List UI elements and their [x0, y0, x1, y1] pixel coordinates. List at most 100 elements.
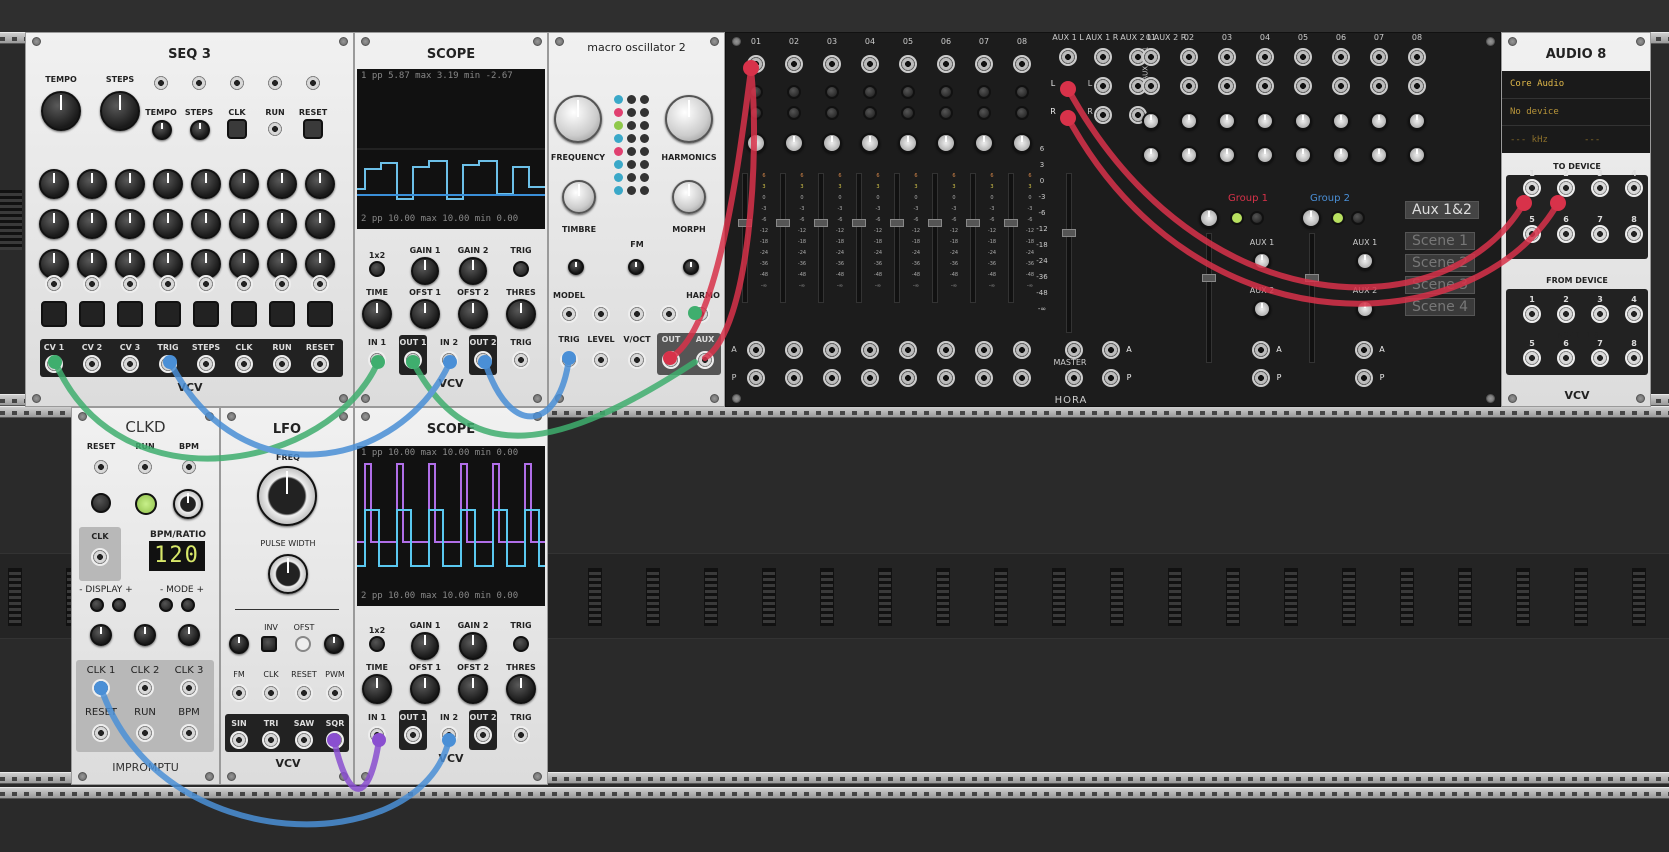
step-gate-button[interactable] — [273, 275, 291, 293]
channel-input-jack[interactable] — [975, 55, 993, 73]
aux-send-knob[interactable] — [1332, 112, 1350, 130]
scene-2-button[interactable]: Scene 2 — [1405, 254, 1476, 272]
solo-button[interactable] — [1015, 106, 1029, 120]
aux-send-jack[interactable] — [1370, 77, 1388, 95]
level-jack[interactable] — [592, 351, 610, 369]
out2-jack[interactable] — [474, 351, 492, 369]
aux-p-jack[interactable] — [899, 369, 917, 387]
morph-cv-jack[interactable] — [660, 305, 678, 323]
inv-button[interactable] — [261, 636, 277, 652]
mute-button[interactable] — [787, 85, 801, 99]
aux-send-knob[interactable] — [1370, 112, 1388, 130]
run-in-jack[interactable] — [266, 74, 284, 92]
aux-send-jack[interactable] — [1142, 77, 1160, 95]
scene-4-button[interactable]: Scene 4 — [1405, 298, 1476, 316]
aux-send-jack[interactable] — [1294, 48, 1312, 66]
to-device-jack[interactable] — [1625, 179, 1643, 197]
aux-send-knob[interactable] — [1256, 112, 1274, 130]
model-jack[interactable] — [560, 305, 578, 323]
master-fader[interactable] — [1062, 173, 1076, 333]
ratio-knob-1[interactable] — [90, 624, 112, 646]
thres-knob[interactable] — [506, 674, 536, 704]
saw-out-jack[interactable] — [295, 731, 313, 749]
group-aux-jack[interactable] — [1065, 341, 1083, 359]
driver-select[interactable]: Core Audio — [1510, 79, 1564, 89]
fm-jack[interactable] — [230, 684, 248, 702]
scope-module-1[interactable]: SCOPE 1 pp 5.87 max 3.19 min -2.67 2 pp … — [354, 32, 548, 407]
solo-button[interactable] — [939, 106, 953, 120]
solo-button[interactable] — [749, 106, 763, 120]
gain1-knob[interactable] — [411, 257, 439, 285]
aux-send-knob[interactable] — [1332, 146, 1350, 164]
seq3-module[interactable]: SEQ 3 TEMPO STEPS TEMPO STEPS CLK RUN RE… — [25, 32, 354, 407]
aux-input-jack[interactable] — [1094, 77, 1112, 95]
fader-handle[interactable] — [738, 219, 752, 227]
step-trigger-button[interactable] — [269, 301, 295, 327]
channel-fader[interactable] — [852, 173, 866, 303]
out2-jack[interactable] — [474, 726, 492, 744]
step-knob[interactable] — [77, 169, 107, 199]
aux-p-jack[interactable] — [823, 369, 841, 387]
step-gate-button[interactable] — [235, 275, 253, 293]
output-jack[interactable] — [273, 355, 291, 373]
from-device-jack[interactable] — [1625, 349, 1643, 367]
solo-button[interactable] — [787, 106, 801, 120]
fader-handle[interactable] — [1202, 274, 1216, 282]
aux-p-jack[interactable] — [937, 369, 955, 387]
out-jack[interactable] — [662, 351, 680, 369]
aux-send-jack[interactable] — [1370, 48, 1388, 66]
in2-jack[interactable] — [440, 351, 458, 369]
step-knob[interactable] — [115, 209, 145, 239]
step-trigger-button[interactable] — [41, 301, 67, 327]
clk3-out-jack[interactable] — [180, 679, 198, 697]
step-knob[interactable] — [191, 209, 221, 239]
aux-send-knob[interactable] — [1142, 146, 1160, 164]
in1-jack[interactable] — [368, 351, 386, 369]
frequency-knob[interactable] — [554, 95, 602, 143]
to-device-jack[interactable] — [1557, 225, 1575, 243]
aux-input-jack[interactable] — [1094, 106, 1112, 124]
to-device-jack[interactable] — [1625, 225, 1643, 243]
aux-a-jack[interactable] — [747, 341, 765, 359]
fader-handle[interactable] — [776, 219, 790, 227]
aux-send-jack[interactable] — [1256, 77, 1274, 95]
aux-send-jack[interactable] — [1180, 48, 1198, 66]
display-up-button[interactable] — [112, 598, 126, 612]
aux-input-jack[interactable] — [1094, 48, 1112, 66]
aux-a-jack[interactable] — [975, 341, 993, 359]
trig-jack[interactable] — [560, 351, 578, 369]
group-aux-jack[interactable] — [1065, 369, 1083, 387]
step-knob[interactable] — [305, 209, 335, 239]
step-knob[interactable] — [77, 209, 107, 239]
channel-input-jack[interactable] — [785, 55, 803, 73]
ratio-knob-2[interactable] — [134, 624, 156, 646]
timbre-knob[interactable] — [562, 180, 596, 214]
solo-button[interactable] — [825, 106, 839, 120]
output-jack[interactable] — [45, 355, 63, 373]
step-trigger-button[interactable] — [79, 301, 105, 327]
fader-handle[interactable] — [852, 219, 866, 227]
gain2-knob[interactable] — [459, 632, 487, 660]
from-device-jack[interactable] — [1557, 305, 1575, 323]
aux-send-knob[interactable] — [1180, 146, 1198, 164]
rack-canvas[interactable]: SEQ 3 TEMPO STEPS TEMPO STEPS CLK RUN RE… — [0, 0, 1669, 852]
pan-knob[interactable] — [898, 133, 918, 153]
aux-send-knob[interactable] — [1408, 112, 1426, 130]
to-device-jack[interactable] — [1591, 179, 1609, 197]
group1-aux1-knob[interactable] — [1253, 252, 1271, 270]
mute-button[interactable] — [863, 85, 877, 99]
aux-p-jack[interactable] — [1013, 369, 1031, 387]
clk1-out-jack[interactable] — [92, 679, 110, 697]
out1-jack[interactable] — [404, 351, 422, 369]
aux-send-jack[interactable] — [1256, 48, 1274, 66]
mute-button[interactable] — [977, 85, 991, 99]
group1-knob[interactable] — [1199, 208, 1219, 228]
step-knob[interactable] — [153, 209, 183, 239]
fader-handle[interactable] — [966, 219, 980, 227]
hora-mixer-module[interactable]: 01 6 3 0 -3 -6 -12 -18 -24 -36 -48 -∞ 02 6 3 0 -3 -6 -12 -1… — [725, 32, 1501, 407]
run-button[interactable] — [266, 120, 284, 138]
voct-jack[interactable] — [628, 351, 646, 369]
from-device-jack[interactable] — [1625, 305, 1643, 323]
channel-fader[interactable] — [776, 173, 790, 303]
aux-send-knob[interactable] — [1408, 146, 1426, 164]
